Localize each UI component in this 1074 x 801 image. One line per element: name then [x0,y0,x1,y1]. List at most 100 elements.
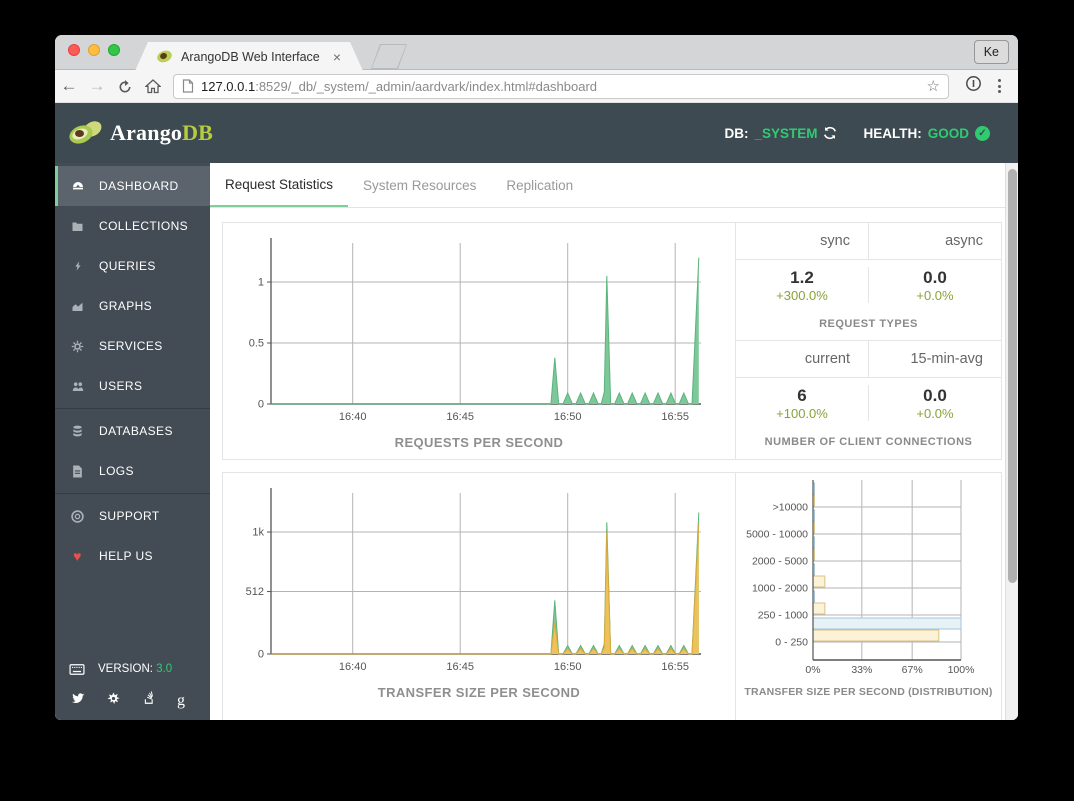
db-value[interactable]: _SYSTEM [754,126,817,141]
sidebar-item-databases[interactable]: DATABASES [55,408,210,451]
arangodb-favicon-icon [157,50,173,63]
db-selector[interactable]: DB: _SYSTEM [724,126,837,141]
stat-col-15min: 15-min-avg [868,341,1001,377]
sidebar-item-label: QUERIES [99,259,156,273]
stat-col-async: async [868,223,1001,259]
scrollbar-thumb[interactable] [1008,169,1017,583]
svg-text:16:50: 16:50 [554,661,582,673]
twitter-icon[interactable] [71,692,85,710]
transfer-chart-title: TRANSFER SIZE PER SECOND [223,685,735,700]
browser-menu-button[interactable] [988,79,1010,93]
transfer-size-chart: 16:4016:4516:5016:5505121k [223,478,736,678]
back-button[interactable]: ← [55,76,83,96]
version-label: VERSION: [98,663,153,675]
url-text[interactable]: 127.0.0.1:8529/_db/_system/_admin/aardva… [201,79,921,94]
requests-chart-zone: 16:4016:4516:5016:5500.51 REQUESTS PER S… [223,223,735,459]
connections-caption: NUMBER OF CLIENT CONNECTIONS [736,436,1001,448]
home-icon [145,79,161,94]
transfer-distribution-chart: 0%33%67%100%>100005000 - 100002000 - 500… [736,477,1002,677]
svg-text:16:45: 16:45 [446,661,474,673]
svg-text:16:40: 16:40 [339,661,367,673]
refresh-icon[interactable] [823,126,837,140]
svg-text:0 - 250: 0 - 250 [775,637,808,649]
transfer-chart-zone: 16:4016:4516:5016:5505121k TRANSFER SIZE… [223,473,735,720]
current-connections-value: 6 [736,385,868,406]
sidebar-item-logs[interactable]: LOGS [55,451,210,491]
svg-text:16:40: 16:40 [339,411,367,423]
page-scrollbar[interactable] [1005,163,1018,720]
url-bar[interactable]: 127.0.0.1:8529/_db/_system/_admin/aardva… [173,74,949,99]
browser-tab[interactable]: ArangoDB Web Interface × [135,42,363,71]
browser-toolbar: ← → 127.0.0.1:8529/_db/_system/_admin/aa… [55,70,1018,103]
requests-chart-title: REQUESTS PER SECOND [223,435,735,450]
url-path: :8529/_db/_system/_admin/aardvark/index.… [255,79,597,94]
transfer-panel: 16:4016:4516:5016:5505121k TRANSFER SIZE… [222,472,1002,720]
area-chart-icon [69,301,86,312]
sidebar-item-help-us[interactable]: ♥ HELP US [55,536,210,576]
url-host: 127.0.0.1 [201,79,255,94]
sidebar-item-label: SERVICES [99,339,163,353]
svg-text:0: 0 [258,649,264,661]
avocado-logo-icon [69,119,103,147]
reload-button[interactable] [111,76,139,96]
svg-text:2000 - 5000: 2000 - 5000 [752,556,808,568]
close-window-button[interactable] [68,44,80,56]
svg-text:5000 - 10000: 5000 - 10000 [746,529,808,541]
sidebar-item-label: GRAPHS [99,299,152,313]
version-row: VERSION: 3.0 [69,663,210,675]
folder-icon [69,221,86,232]
tab-close-icon[interactable]: × [333,49,341,65]
community-gear-icon[interactable] [107,692,120,710]
sidebar-item-dashboard[interactable]: DASHBOARD [55,166,210,206]
database-icon [69,425,86,438]
avg-connections-percent: +0.0% [869,406,1001,421]
stack-overflow-icon[interactable] [142,691,155,710]
requests-per-second-chart: 16:4016:4516:5016:5500.51 [223,228,736,428]
reload-icon [117,79,133,95]
sidebar-item-label: SUPPORT [99,509,160,523]
tab-title: ArangoDB Web Interface [181,50,327,64]
minimize-window-button[interactable] [88,44,100,56]
stat-col-current: current [736,341,868,377]
bolt-icon [69,260,86,272]
sidebar-item-support[interactable]: SUPPORT [55,493,210,536]
svg-text:250 - 1000: 250 - 1000 [758,610,808,622]
svg-text:0: 0 [258,399,264,411]
google-icon[interactable]: g [177,692,185,710]
statistics-tab-bar: Request Statistics System Resources Repl… [210,163,1005,208]
svg-text:16:55: 16:55 [661,411,689,423]
sidebar-item-queries[interactable]: QUERIES [55,246,210,286]
sidebar-item-label: COLLECTIONS [99,219,188,233]
sync-value: 1.2 [736,267,868,288]
svg-text:0.5: 0.5 [249,338,264,350]
sidebar-item-users[interactable]: USERS [55,366,210,406]
svg-text:>10000: >10000 [773,502,808,514]
bookmark-star-icon[interactable]: ☆ [927,77,940,95]
svg-text:16:45: 16:45 [446,411,474,423]
forward-button[interactable]: → [83,76,111,96]
tab-replication[interactable]: Replication [491,163,588,207]
keyboard-icon [69,664,86,675]
svg-text:512: 512 [246,586,264,598]
tab-request-statistics[interactable]: Request Statistics [210,163,348,207]
home-button[interactable] [139,76,167,96]
gear-icon [69,340,86,353]
tab-system-resources[interactable]: System Resources [348,163,491,207]
logo-text: ArangoDB [110,120,213,146]
sidebar-item-collections[interactable]: COLLECTIONS [55,206,210,246]
avg-connections-value: 0.0 [869,385,1001,406]
new-tab-button[interactable] [371,44,407,69]
svg-text:100%: 100% [948,664,975,676]
arangodb-logo[interactable]: ArangoDB [69,119,213,147]
sidebar-item-graphs[interactable]: GRAPHS [55,286,210,326]
current-connections-percent: +100.0% [736,406,868,421]
version-value: 3.0 [156,663,172,675]
sidebar-item-services[interactable]: SERVICES [55,326,210,366]
svg-text:1k: 1k [252,527,264,539]
health-value: GOOD [928,126,969,141]
fullscreen-window-button[interactable] [108,44,120,56]
svg-text:1: 1 [258,277,264,289]
sync-percent: +300.0% [736,288,868,303]
extension-icon[interactable] [965,75,982,97]
profile-badge[interactable]: Ke [974,40,1009,64]
